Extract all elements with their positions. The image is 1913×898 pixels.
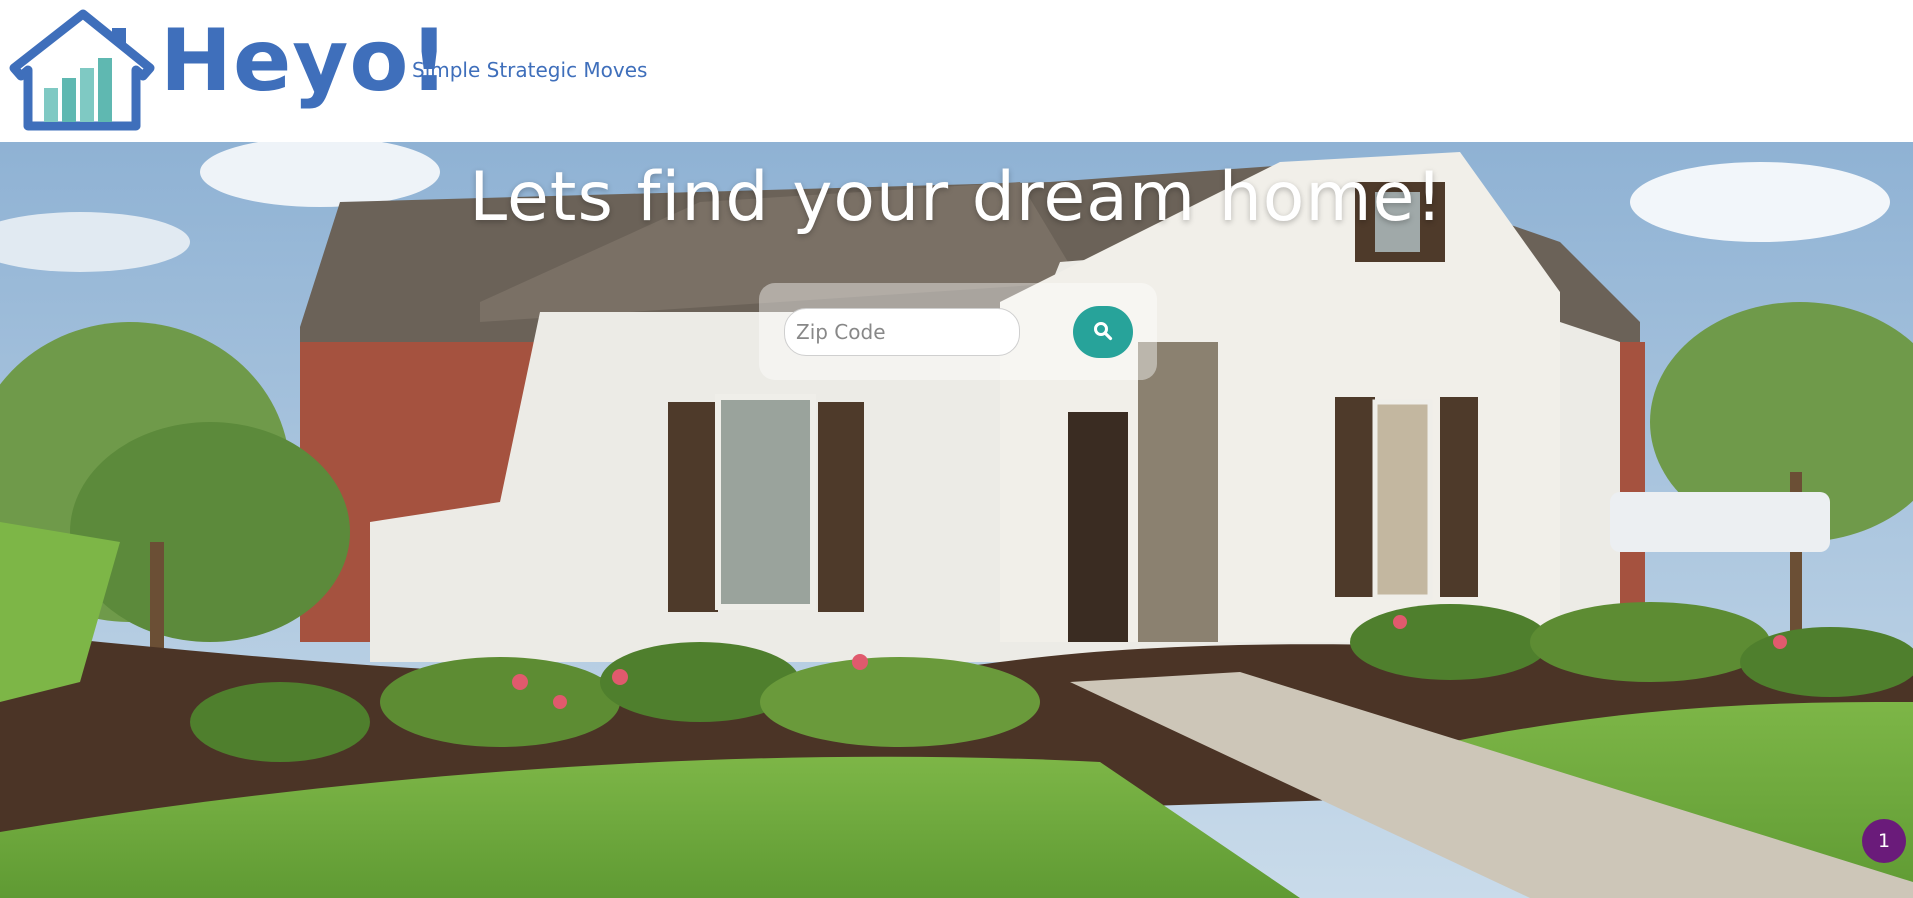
house-photo	[0, 142, 1913, 898]
search-icon	[1093, 321, 1113, 344]
header: Heyo! Simple Strategic Moves	[0, 0, 1913, 142]
brand-name[interactable]: Heyo!	[160, 18, 450, 104]
house-chart-icon[interactable]	[8, 8, 158, 132]
hero-section	[0, 142, 1913, 898]
hero-headline: Lets find your dream home!	[469, 158, 1444, 237]
brand-tagline: Simple Strategic Moves	[412, 58, 648, 82]
notification-badge[interactable]: 1	[1862, 819, 1906, 863]
search-button[interactable]	[1073, 306, 1133, 358]
zip-code-input[interactable]	[784, 308, 1020, 356]
